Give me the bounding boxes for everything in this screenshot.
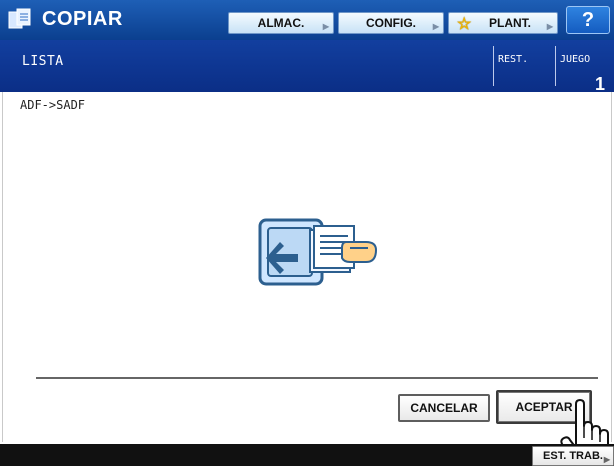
status-bar: LISTA REST. JUEGO 1 — [0, 40, 614, 94]
help-button[interactable]: ? — [566, 6, 610, 34]
chevron-right-icon: ▶ — [603, 455, 610, 464]
remaining-label: REST. — [498, 54, 529, 65]
document-feeder-icon — [258, 218, 378, 286]
config-button[interactable]: CONFIG. ▶ — [338, 12, 444, 34]
bottom-bar — [0, 444, 614, 466]
copy-app-icon — [8, 8, 31, 29]
cancel-button[interactable]: CANCELAR — [398, 394, 490, 422]
divider — [555, 46, 556, 86]
chevron-right-icon: ▶ — [322, 22, 329, 31]
config-label: CONFIG. — [366, 16, 416, 30]
help-icon: ? — [581, 8, 595, 31]
cancel-label: CANCELAR — [410, 401, 478, 415]
template-button[interactable]: ☆ PLANT. ▶ — [448, 12, 558, 34]
copy-panel: COPIAR ALMAC. ▶ CONFIG. ▶ ☆ PLANT. ▶ ? L… — [0, 0, 614, 466]
divider — [36, 377, 598, 379]
machine-status: LISTA — [22, 54, 64, 69]
app-title: COPIAR — [42, 8, 123, 30]
almac-label: ALMAC. — [257, 16, 305, 30]
almac-button[interactable]: ALMAC. ▶ — [228, 12, 334, 34]
chevron-right-icon: ▶ — [432, 22, 439, 31]
star-icon: ☆ — [457, 16, 472, 33]
sets-label: JUEGO — [560, 54, 591, 65]
job-status-label: EST. TRAB. — [543, 450, 603, 462]
divider — [493, 46, 494, 86]
copy-mode-text: ADF->SADF — [20, 98, 86, 112]
chevron-right-icon: ▶ — [546, 22, 553, 31]
top-bar: COPIAR ALMAC. ▶ CONFIG. ▶ ☆ PLANT. ▶ ? — [0, 0, 614, 40]
template-label: PLANT. — [489, 16, 531, 30]
job-status-button[interactable]: EST. TRAB. ▶ — [532, 446, 614, 466]
